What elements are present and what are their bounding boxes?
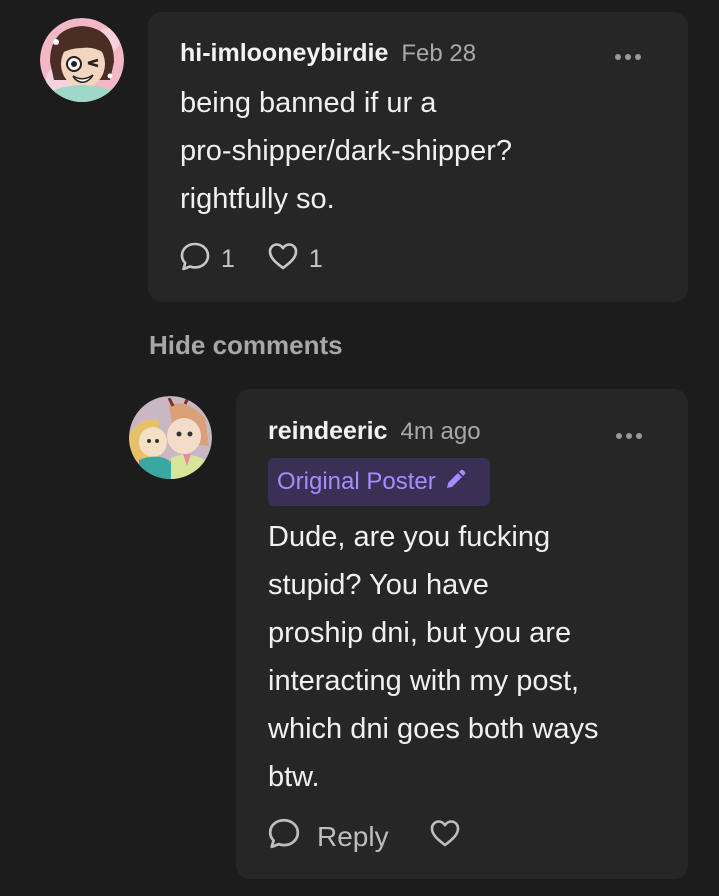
- commenter-avatar[interactable]: [40, 18, 124, 102]
- reply-count-button[interactable]: 1: [179, 240, 235, 279]
- reply-body-line: stupid? You have: [268, 569, 489, 601]
- reply-actions: Reply: [267, 816, 461, 857]
- reply-avatar[interactable]: [129, 396, 212, 479]
- reply-body: Dude, are you fucking stupid? You have p…: [268, 513, 598, 801]
- reply-body-line: proship dni, but you are: [268, 617, 572, 649]
- reply-timestamp: 4m ago: [400, 418, 481, 445]
- pencil-icon: [444, 467, 468, 498]
- original-poster-badge: Original Poster: [268, 458, 490, 506]
- like-button[interactable]: [429, 818, 461, 855]
- comment-actions: 1 1: [179, 240, 323, 279]
- comment-thread: hi-imlooneybirdie Feb 28 being banned if…: [0, 0, 719, 896]
- comment-body: being banned if ur a pro-shipper/dark-sh…: [180, 79, 512, 223]
- badge-label: Original Poster: [277, 468, 436, 495]
- reply-username[interactable]: reindeeric: [268, 417, 388, 446]
- comment-username[interactable]: hi-imlooneybirdie: [180, 39, 388, 68]
- reply-body-line: Dude, are you fucking: [268, 521, 551, 553]
- speech-bubble-icon: [179, 240, 211, 279]
- speech-bubble-icon: [267, 816, 301, 857]
- hide-comments-link[interactable]: Hide comments: [149, 330, 343, 361]
- heart-icon: [429, 818, 461, 855]
- reply-body-line: which dni goes both ways: [268, 713, 599, 745]
- reply-meta: reindeeric 4m ago: [268, 417, 481, 446]
- more-options-icon[interactable]: [615, 54, 641, 60]
- reply-count: 1: [221, 245, 235, 273]
- reply-body-line: btw.: [268, 761, 320, 793]
- comment-meta: hi-imlooneybirdie Feb 28: [180, 39, 476, 68]
- heart-icon: [267, 241, 299, 278]
- reply-body-line: interacting with my post,: [268, 665, 580, 697]
- like-count: 1: [308, 245, 323, 273]
- comment-timestamp: Feb 28: [401, 40, 477, 67]
- comment-body-line: pro-shipper/dark-shipper?: [180, 135, 513, 167]
- comment-card: hi-imlooneybirdie Feb 28 being banned if…: [148, 12, 688, 302]
- like-button[interactable]: 1: [267, 241, 323, 278]
- reply-label: Reply: [317, 820, 389, 852]
- comment-body-line: rightfully so.: [180, 183, 335, 215]
- reply-button[interactable]: Reply: [267, 816, 389, 857]
- more-options-icon[interactable]: [616, 433, 642, 439]
- comment-body-line: being banned if ur a: [180, 87, 437, 119]
